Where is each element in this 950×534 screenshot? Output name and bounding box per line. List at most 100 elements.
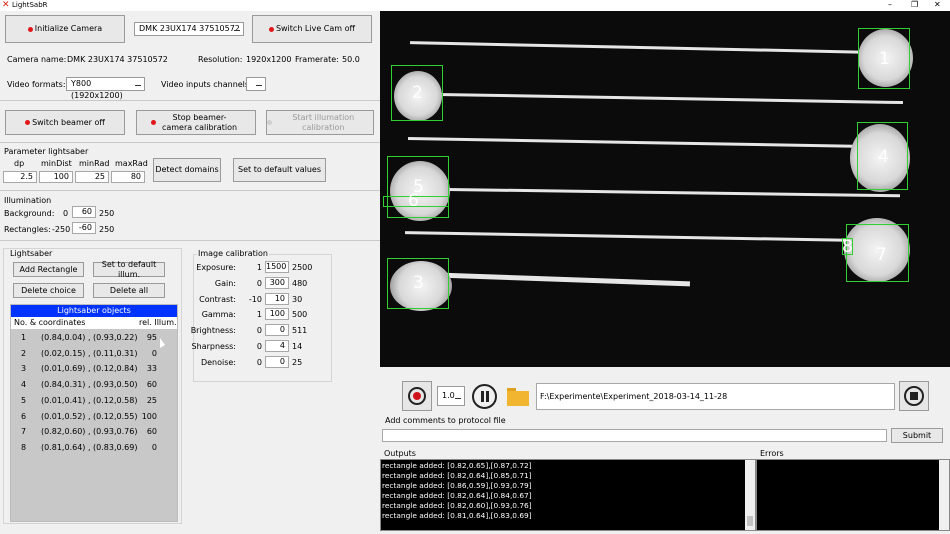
video-channels-label: Video inputs channels: [161,80,252,89]
rectangles-label: Rectangles: [4,225,51,234]
row-illum: 0 [151,348,157,358]
param-min: -10 [248,294,262,304]
delete-choice-button[interactable]: Delete choice [13,283,84,298]
table-row[interactable]: 3 (0.01,0.69) , (0.12,0.84) 33 [11,361,177,377]
speed-select[interactable]: 1.0 [437,386,465,406]
initialize-camera-button[interactable]: Initialize Camera [5,15,125,43]
rectangles-input[interactable]: -60 [72,222,96,234]
title-bar: ✕ LightSabR – ❐ ✕ [0,0,950,11]
switch-live-cam-button[interactable]: Switch Live Cam off [252,15,372,43]
row-number: 1 [21,333,27,342]
status-dot-icon [267,120,272,125]
param-max: 2500 [292,263,313,272]
roi-4[interactable]: 4 [857,122,908,190]
chevron-down-icon [234,25,240,31]
table-row[interactable]: 4 (0.84,0.31) , (0.93,0.50) 60 [11,377,177,393]
outputs-label: Outputs [384,449,416,458]
param-input[interactable]: 100 [265,308,289,321]
detect-domains-button[interactable]: Detect domains [153,158,221,182]
errors-label: Errors [760,449,784,458]
output-line: rectangle added: [0.86,0.59],[0.93,0.79] [382,481,532,490]
col-illum-header: rel. Illum. [139,318,177,327]
camera-view[interactable]: 1 2 3 4 5 6 7 8 [380,11,950,367]
errors-scrollbar[interactable] [939,460,949,530]
record-button[interactable] [402,381,432,411]
pause-button[interactable] [472,384,497,409]
param-input[interactable]: 1500 [265,261,289,273]
video-channel-select[interactable] [246,77,266,91]
pause-icon [481,391,484,402]
param-label: Denoise: [200,357,236,367]
restore-icon[interactable]: ❐ [911,0,918,9]
set-default-values-button[interactable]: Set to default values [233,158,326,182]
param-input[interactable]: 10 [265,292,289,305]
table-row[interactable]: 7 (0.82,0.60) , (0.93,0.76) 60 [11,424,177,440]
close-icon[interactable]: ✕ [934,0,941,9]
row-illum: 60 [146,380,157,390]
param-min: 0 [256,342,262,351]
row-coords: (0.02,0.15) , (0.11,0.31) [41,348,138,358]
background-max: 250 [99,209,115,218]
table-row[interactable]: 2 (0.02,0.15) , (0.11,0.31) 0 [11,346,177,362]
comment-input[interactable] [382,429,887,442]
param-input[interactable]: 300 [265,276,289,289]
row-illum: 25 [146,395,157,405]
stop-calibration-button[interactable]: Stop beamer-camera calibration [136,110,256,135]
outputs-lines: rectangle added: [0.82,0.65],[0.87,0.72]… [382,461,755,521]
table-row[interactable]: 1 (0.84,0.04) , (0.93,0.22) 95 [11,330,177,346]
minrad-header: minRad [79,159,110,168]
row-number: 8 [21,442,27,452]
add-rectangle-button[interactable]: Add Rectangle [13,262,84,277]
outputs-log: rectangle added: [0.82,0.65],[0.87,0.72]… [380,459,756,531]
maxrad-input[interactable]: 80 [111,171,145,183]
parameter-title: Parameter lightsaber [4,147,89,156]
roi-3[interactable]: 3 [387,258,449,309]
roi-1[interactable]: 1 [858,28,910,89]
switch-beamer-button[interactable]: Switch beamer off [5,110,125,135]
window-title: LightSabR [12,1,48,9]
device-select[interactable]: DMK 23UX174 37510572 [134,22,244,36]
framerate-value: 50.0 [342,55,360,64]
stop-button[interactable] [899,381,929,411]
roi-2[interactable]: 2 [391,65,443,121]
mindist-input[interactable]: 100 [39,171,73,183]
background-min: 0 [63,209,69,218]
dp-input[interactable]: 2.5 [3,171,37,183]
param-max: 511 [292,326,308,336]
param-min: 0 [256,278,262,288]
mindist-header: minDist [41,159,72,168]
outputs-scrollbar[interactable] [745,460,755,530]
row-number: 6 [21,411,27,421]
dp-header: dp [14,159,25,168]
table-row[interactable]: 6 (0.01,0.52) , (0.12,0.55) 100 [11,409,177,425]
param-input[interactable]: 0 [265,324,289,337]
param-input[interactable]: 0 [265,355,289,368]
roi-7[interactable]: 7 [846,224,909,282]
status-dot-icon [25,120,31,125]
chevron-down-icon [135,80,141,86]
table-row[interactable]: 8 (0.81,0.64) , (0.83,0.69) 0 [11,440,177,456]
row-coords: (0.84,0.31) , (0.93,0.50) [41,380,138,390]
row-illum: 60 [146,427,157,437]
minrad-input[interactable]: 25 [75,171,109,183]
roi-6[interactable]: 6 [383,191,449,211]
col-coords-header: No. & coordinates [14,318,86,327]
folder-icon[interactable] [507,388,529,406]
param-label: Brightness: [190,326,236,336]
framerate-label: Framerate: [295,55,339,64]
param-input[interactable]: 4 [265,340,289,352]
set-default-illum-button[interactable]: Set to default illum. [93,260,165,279]
maxrad-header: maxRad [115,159,148,168]
table-row[interactable]: 5 (0.01,0.41) , (0.12,0.58) 25 [11,393,177,409]
row-coords: (0.81,0.64) , (0.83,0.69) [41,442,138,452]
row-coords: (0.01,0.69) , (0.12,0.84) [41,364,138,374]
file-path-field[interactable]: F:\Experimente\Experiment_2018-03-14_11-… [536,383,895,410]
video-format-select[interactable]: Y800 (1920x1200) [66,77,145,100]
background-input[interactable]: 60 [72,206,96,218]
roi-8[interactable]: 8 [842,237,853,257]
table-header: No. & coordinates rel. Illum. [11,317,177,329]
start-illumination-calibration-button[interactable]: Start illumation calibration [266,110,374,135]
submit-button[interactable]: Submit [891,428,943,443]
delete-all-button[interactable]: Delete all [93,283,165,298]
minimize-icon[interactable]: – [888,0,892,9]
